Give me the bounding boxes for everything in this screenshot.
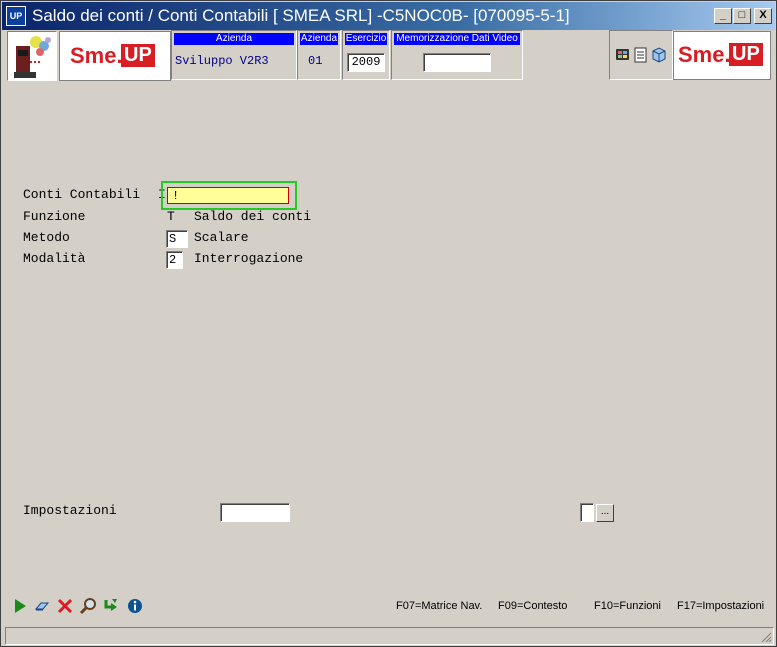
funzione-label: Funzione: [23, 209, 86, 224]
azienda-code-box: Azienda 01: [297, 30, 341, 80]
logo-up-text-right: UP: [729, 43, 763, 66]
memorizzazione-input[interactable]: [423, 53, 491, 72]
header-toolbar: Sme. UP Azienda Sviluppo V2R3 Azienda 01…: [3, 30, 774, 82]
azienda-code-value: 01: [308, 54, 323, 68]
maximize-button[interactable]: □: [733, 8, 751, 24]
eraser-icon[interactable]: [33, 597, 51, 615]
logo-sme-text-right: Sme.: [678, 42, 731, 67]
memorizzazione-label: Memorizzazione Dati Video: [394, 33, 520, 45]
refresh-icon[interactable]: [102, 597, 120, 615]
fkey-f17[interactable]: F17=Impostazioni: [677, 600, 764, 612]
document-icon[interactable]: [634, 47, 647, 63]
close-red-icon[interactable]: [56, 597, 74, 615]
robot-logo-icon[interactable]: [7, 31, 57, 81]
fkey-f07[interactable]: F07=Matrice Nav.: [396, 600, 482, 612]
window-title: Saldo dei conti / Conti Contabili [ SMEA…: [32, 6, 570, 25]
resize-grip-icon[interactable]: [760, 631, 772, 643]
esercizio-box: Esercizio 2009: [342, 30, 390, 80]
logo-sme-text: Sme.: [70, 43, 123, 68]
fkey-f09[interactable]: F09=Contesto: [498, 600, 567, 612]
esercizio-label: Esercizio: [345, 33, 387, 45]
status-bar: [5, 627, 774, 645]
focus-highlight: !: [161, 181, 297, 210]
azienda-desc-value: Sviluppo V2R3: [175, 54, 269, 68]
impostazioni-small-input[interactable]: [580, 503, 594, 522]
impostazioni-label: Impostazioni: [23, 503, 117, 518]
conti-contabili-label: Conti Contabili: [23, 187, 141, 202]
funzione-desc: Saldo dei conti: [194, 209, 312, 224]
metodo-label: Metodo: [23, 230, 70, 245]
tools-icon-group: [609, 30, 673, 80]
modalita-input[interactable]: 2: [166, 251, 183, 269]
conti-contabili-input[interactable]: !: [167, 187, 289, 204]
fkey-f10[interactable]: F10=Funzioni: [594, 600, 661, 612]
modalita-desc: Interrogazione: [194, 251, 304, 266]
metodo-desc: Scalare: [194, 230, 249, 245]
funzione-code: T: [167, 209, 175, 224]
azienda-code-label: Azienda: [300, 33, 338, 45]
smeup-logo-right: Sme. UP: [673, 31, 771, 80]
cube-icon[interactable]: [652, 47, 666, 63]
main-window: UP Saldo dei conti / Conti Contabili [ S…: [0, 0, 777, 647]
title-bar[interactable]: UP Saldo dei conti / Conti Contabili [ S…: [2, 2, 775, 30]
browse-button[interactable]: ...: [596, 504, 614, 522]
minimize-button[interactable]: _: [714, 8, 732, 24]
azienda-desc-box: Azienda Sviluppo V2R3: [171, 30, 297, 80]
metodo-input[interactable]: S: [166, 230, 188, 248]
play-icon[interactable]: [11, 597, 29, 615]
esercizio-input[interactable]: 2009: [347, 53, 385, 72]
palette-icon[interactable]: [616, 49, 629, 60]
modalita-label: Modalità: [23, 251, 86, 266]
impostazioni-input[interactable]: [220, 503, 290, 522]
close-button[interactable]: X: [754, 8, 772, 24]
azienda-desc-label: Azienda: [174, 33, 294, 45]
memorizzazione-box: Memorizzazione Dati Video: [391, 30, 523, 80]
search-icon[interactable]: [79, 597, 97, 615]
logo-up-text: UP: [121, 44, 155, 67]
info-icon[interactable]: [126, 597, 144, 615]
smeup-logo-left: Sme. UP: [59, 31, 171, 81]
app-icon[interactable]: UP: [6, 6, 26, 26]
